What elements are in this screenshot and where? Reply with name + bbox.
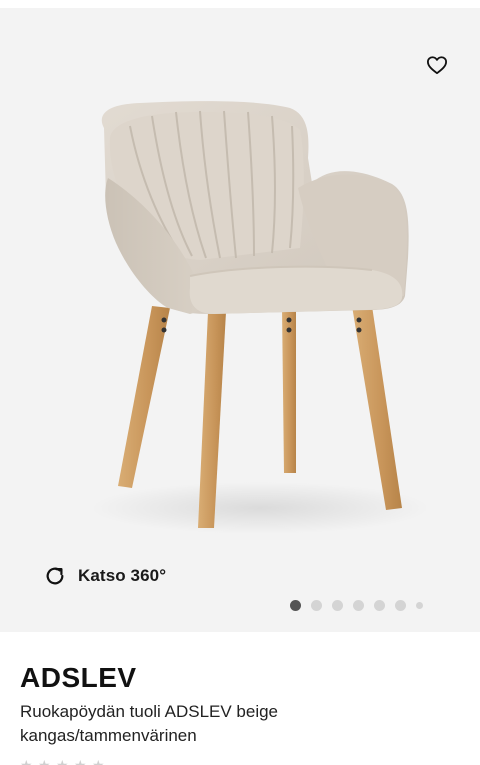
- gallery-pagination: [290, 598, 423, 612]
- product-image-gallery[interactable]: Katso 360°: [0, 8, 480, 632]
- heart-outline-icon: [426, 56, 447, 75]
- product-info: ADSLEV Ruokapöydän tuoli ADSLEV beige ka…: [20, 660, 460, 748]
- gallery-dot[interactable]: [332, 599, 343, 611]
- gallery-dot[interactable]: [290, 599, 301, 611]
- view-360-button[interactable]: Katso 360°: [42, 560, 166, 592]
- star-icon: ★: [56, 757, 69, 765]
- product-title: ADSLEV: [20, 662, 137, 693]
- view-360-label: Katso 360°: [78, 566, 167, 585]
- gallery-dot[interactable]: [374, 599, 385, 611]
- favorite-button[interactable]: [420, 48, 454, 82]
- gallery-dot[interactable]: [395, 599, 406, 611]
- star-icon: ★: [20, 757, 33, 765]
- rating-stars[interactable]: ★ ★ ★ ★ ★: [20, 758, 106, 765]
- product-image: [90, 101, 430, 534]
- gallery-dot[interactable]: [311, 599, 322, 611]
- product-description: Ruokapöydän tuoli ADSLEV beige kangas/ta…: [20, 702, 279, 745]
- gallery-dot[interactable]: [416, 601, 423, 609]
- gallery-dot[interactable]: [353, 599, 364, 611]
- star-icon: ★: [74, 757, 87, 765]
- star-icon: ★: [38, 757, 51, 765]
- star-icon: ★: [92, 757, 105, 765]
- rotate-icon: [42, 563, 68, 589]
